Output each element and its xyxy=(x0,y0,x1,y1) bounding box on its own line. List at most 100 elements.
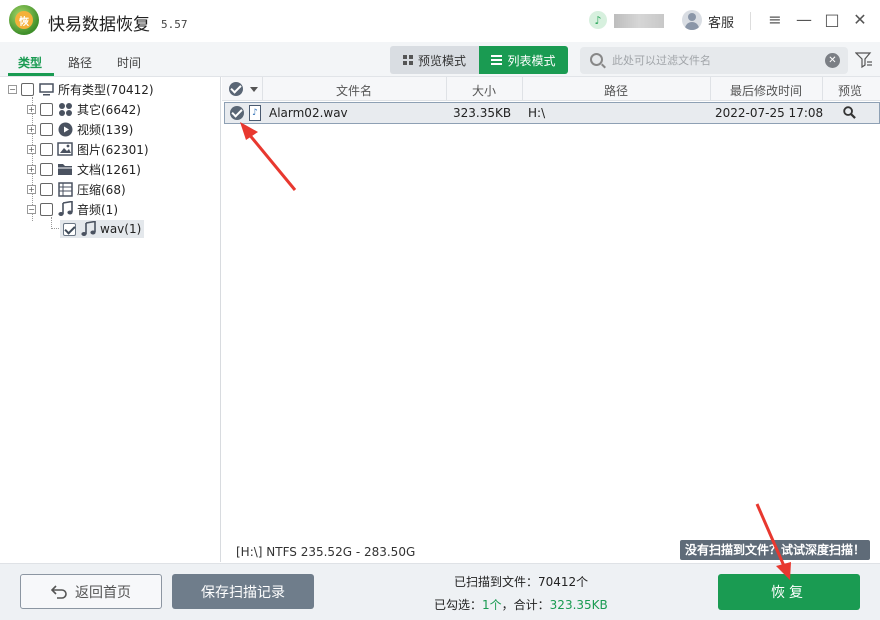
tree-item-archive[interactable]: + 压缩(68) xyxy=(27,180,126,198)
user-name-blurred[interactable] xyxy=(614,14,664,28)
checkbox-checked[interactable] xyxy=(63,222,76,236)
tab-path[interactable]: 路径 xyxy=(68,54,92,71)
tree-item-audio[interactable]: − 音频(1) xyxy=(27,200,118,218)
filename-filter-input[interactable] xyxy=(612,50,812,71)
column-header-path[interactable]: 路径 xyxy=(522,82,710,99)
chevron-down-icon[interactable] xyxy=(250,87,258,92)
footer-bar: 返回首页 保存扫描记录 已扫描到文件：70412个 已勾选：1个，合计：323.… xyxy=(0,563,880,620)
recover-button[interactable]: 恢复 xyxy=(718,574,860,610)
checkbox[interactable] xyxy=(40,182,53,196)
grid-icon xyxy=(402,55,413,65)
tree-item-label: 视频(139) xyxy=(77,122,134,137)
customer-service-icon[interactable] xyxy=(682,10,702,30)
magnifier-icon[interactable] xyxy=(843,106,856,119)
back-home-label: 返回首页 xyxy=(75,584,131,601)
music-icon xyxy=(80,221,96,237)
list-header: 文件名 大小 路径 最后修改时间 预览 xyxy=(222,77,880,101)
archive-icon xyxy=(57,181,73,197)
cell-modified: 2022-07-25 17:08 xyxy=(715,106,824,120)
selected-prefix: 已勾选： xyxy=(434,598,483,612)
category-tree: − 所有类型(70412) + 其它(6642) + 视频(139) + 图片(… xyxy=(0,77,221,562)
logo-mark: 恢 xyxy=(15,11,33,29)
checkbox[interactable] xyxy=(21,82,34,96)
clear-search-icon[interactable]: ✕ xyxy=(825,53,840,68)
filter-search-box: ✕ xyxy=(580,47,848,74)
table-row[interactable]: ♪ Alarm02.wav 323.35KB H:\ 2022-07-25 17… xyxy=(224,102,880,124)
cell-filename: Alarm02.wav xyxy=(269,106,348,120)
preview-mode-label: 预览模式 xyxy=(417,53,466,68)
column-header-name[interactable]: 文件名 xyxy=(262,82,446,99)
expand-icon[interactable]: + xyxy=(27,124,36,134)
scanned-count: 已扫描到文件：70412个 xyxy=(454,575,589,589)
tab-row: 类型 路径 时间 预览模式 列表模式 ✕ xyxy=(0,42,880,77)
view-mode-toggle: 预览模式 列表模式 xyxy=(390,46,568,74)
image-icon xyxy=(57,141,73,157)
row-checkbox-checked[interactable] xyxy=(230,106,244,120)
deep-scan-link[interactable]: 没有扫描到文件？试试深度扫描！ xyxy=(680,540,871,560)
back-home-button[interactable]: 返回首页 xyxy=(20,574,162,609)
bell-icon[interactable]: ♪ xyxy=(589,11,607,29)
file-list: 文件名 大小 路径 最后修改时间 预览 ♪ Alarm02.wav 323.35… xyxy=(222,77,880,562)
app-title: 快易数据恢复 xyxy=(48,15,150,35)
minimize-icon[interactable]: — xyxy=(793,8,815,30)
tree-item-wav[interactable]: wav(1) xyxy=(60,220,145,238)
list-mode-button[interactable]: 列表模式 xyxy=(479,46,568,74)
search-icon xyxy=(590,53,603,66)
cell-size: 323.35KB xyxy=(453,106,512,120)
selected-summary: 已勾选：1个，合计：323.35KB xyxy=(434,596,608,613)
tree-item-video[interactable]: + 视频(139) xyxy=(27,120,133,138)
selected-mid: ，合计： xyxy=(501,598,550,612)
list-mode-label: 列表模式 xyxy=(507,53,556,68)
save-scan-record-button[interactable]: 保存扫描记录 xyxy=(172,574,314,609)
close-icon[interactable]: ✕ xyxy=(849,8,871,30)
menu-icon[interactable]: ≡ xyxy=(764,8,786,30)
expand-icon[interactable]: + xyxy=(27,104,36,114)
tree-item-label: 其它(6642) xyxy=(77,102,141,117)
checkbox[interactable] xyxy=(40,202,53,216)
expand-icon[interactable]: + xyxy=(27,144,36,154)
select-all-checkbox[interactable] xyxy=(229,82,243,96)
selected-total: 323.35KB xyxy=(549,598,608,612)
video-icon xyxy=(57,121,73,137)
checkbox[interactable] xyxy=(40,162,53,176)
title-bar: 恢 快易数据恢复 5.57 ♪ 客服 ≡ — □ ✕ xyxy=(0,0,880,42)
maximize-icon[interactable]: □ xyxy=(821,8,843,30)
collapse-icon[interactable]: − xyxy=(8,84,17,94)
column-header-preview[interactable]: 预览 xyxy=(822,82,878,99)
column-header-size[interactable]: 大小 xyxy=(446,82,522,99)
cell-path: H:\ xyxy=(528,106,546,120)
tree-root-label: 所有类型(70412) xyxy=(58,82,154,97)
checkbox[interactable] xyxy=(40,122,53,136)
column-header-modified[interactable]: 最后修改时间 xyxy=(710,82,822,99)
tree-item-document[interactable]: + 文档(1261) xyxy=(27,160,141,178)
filter-icon[interactable] xyxy=(855,51,873,69)
list-icon xyxy=(491,55,503,65)
tree-item-label: 音频(1) xyxy=(77,202,118,217)
return-icon xyxy=(51,584,67,599)
app-logo-icon: 恢 xyxy=(9,5,39,35)
tree-item-label: 压缩(68) xyxy=(77,182,126,197)
expand-icon[interactable]: + xyxy=(27,184,36,194)
tree-item-image[interactable]: + 图片(62301) xyxy=(27,140,149,158)
expand-icon[interactable]: + xyxy=(27,164,36,174)
computer-icon xyxy=(38,81,54,97)
customer-service-label[interactable]: 客服 xyxy=(708,12,734,31)
folder-icon xyxy=(57,161,73,177)
tree-root[interactable]: − 所有类型(70412) xyxy=(8,80,154,98)
checkbox[interactable] xyxy=(40,142,53,156)
titlebar-divider xyxy=(750,12,751,30)
selected-count: 1个 xyxy=(482,598,502,612)
audio-file-icon: ♪ xyxy=(249,105,261,121)
collapse-icon[interactable]: − xyxy=(27,204,36,214)
checkbox[interactable] xyxy=(40,102,53,116)
tree-item-other[interactable]: + 其它(6642) xyxy=(27,100,141,118)
apps-icon xyxy=(57,101,73,117)
tab-time[interactable]: 时间 xyxy=(117,54,141,71)
app-version: 5.57 xyxy=(161,18,188,31)
tree-item-label: 文档(1261) xyxy=(77,162,141,177)
tree-item-label: 图片(62301) xyxy=(77,142,149,157)
active-tab-indicator xyxy=(8,73,54,76)
preview-mode-button[interactable]: 预览模式 xyxy=(390,46,479,74)
tab-type[interactable]: 类型 xyxy=(18,54,42,71)
drive-info: [H:\] NTFS 235.52G - 283.50G xyxy=(236,545,416,559)
